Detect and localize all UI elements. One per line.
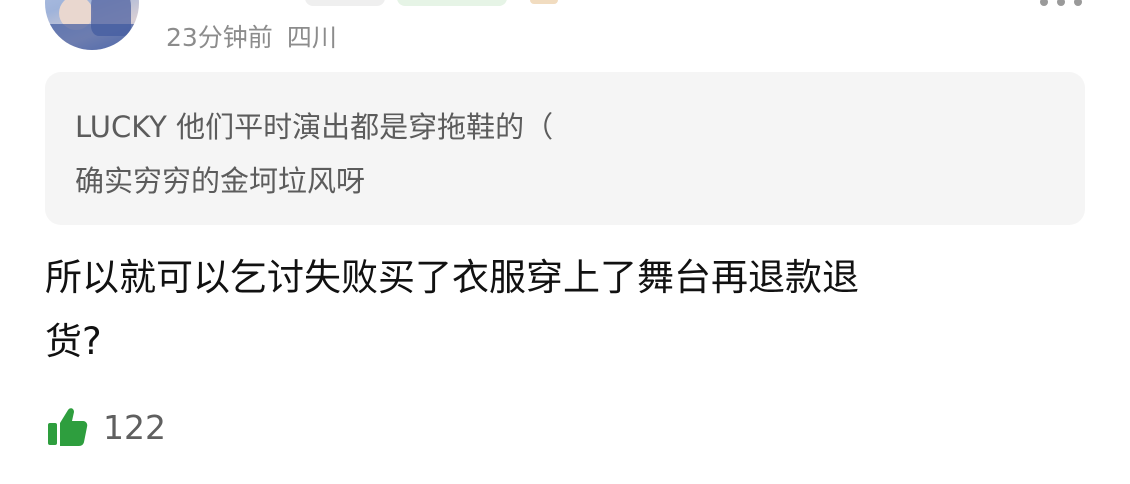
comment-line: 所以就可以乞讨失败买了衣服穿上了舞台再退款退 [45,256,859,299]
comment-time: 23分钟前 [166,23,273,52]
quoted-reply[interactable]: LUCKY 他们平时演出都是穿拖鞋的（ 确实穷穷的金坷垃风呀 [45,72,1085,225]
comment-card: 23分钟前 四川 LUCKY 他们平时演出都是穿拖鞋的（ 确实穷穷的金坷垃风呀 所… [0,0,1130,484]
comment-line: 货? [45,320,102,363]
quote-line: 确实穷穷的金坷垃风呀 [75,164,366,198]
like-button[interactable]: 122 [45,405,166,449]
user-medal-badge [530,0,558,4]
like-count: 122 [103,407,166,447]
more-dots-icon[interactable] [1040,0,1082,6]
user-level-badge [305,0,385,6]
comment-location: 四川 [286,23,337,52]
avatar[interactable] [45,0,139,50]
quote-line: LUCKY 他们平时演出都是穿拖鞋的（ [75,110,554,144]
user-tag-badge [397,0,507,6]
thumbs-up-icon [48,408,88,446]
comment-text: 所以就可以乞讨失败买了衣服穿上了舞台再退款退 货? [45,246,1090,374]
comment-meta: 23分钟前 四川 [166,18,337,54]
